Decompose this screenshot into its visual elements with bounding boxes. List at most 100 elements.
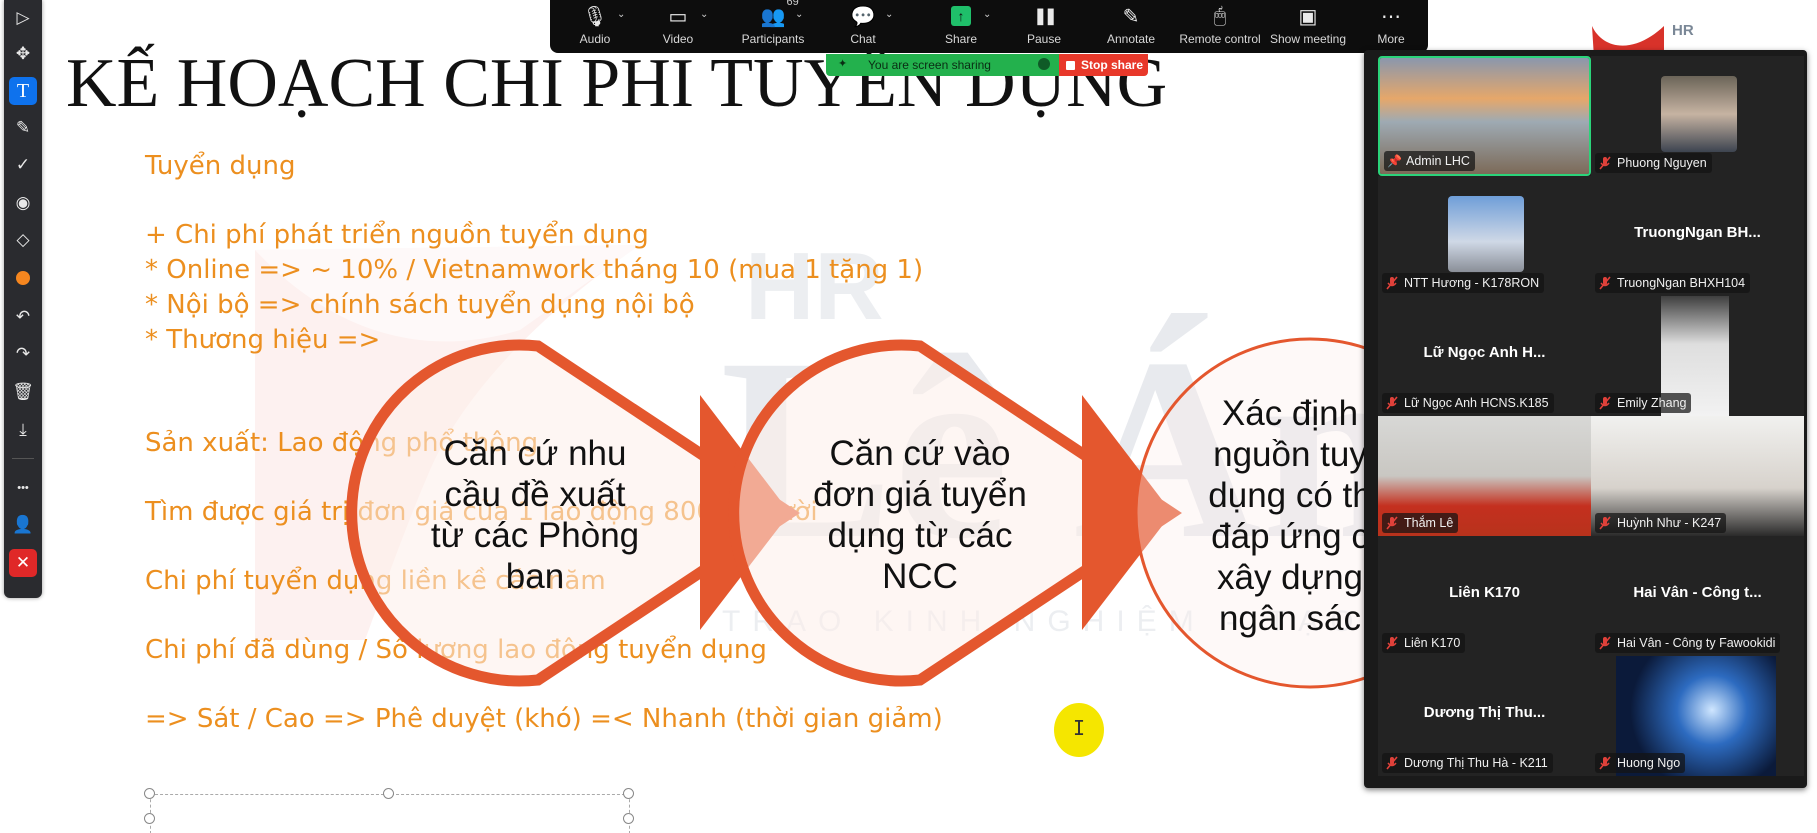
annotation-toolbar: ▷ ✥ T ✎ ✓ ◉ ◇ ↶ ↷ 🗑 ⤓ ••• 👤 ✕ <box>4 0 42 598</box>
participant-tile[interactable]: Lữ Ngọc Anh H... Lữ Ngọc Anh HCNS.K185 <box>1378 296 1591 416</box>
participant-tile[interactable]: Liên K170 Liên K170 <box>1378 536 1591 656</box>
participant-name: TruongNgan BHXH104 <box>1617 276 1746 290</box>
audio-label: Audio <box>579 32 611 46</box>
more-button[interactable]: ⋯ More <box>1346 0 1436 53</box>
participant-display-name: Liên K170 <box>1449 584 1520 601</box>
shield-check-icon <box>1038 58 1050 70</box>
participant-name-label: Hai Vân - Công ty Fawookidi <box>1595 633 1781 653</box>
redo-icon[interactable]: ↷ <box>9 340 37 368</box>
participant-gallery: 📌 Admin LHC Phuong Nguyen NTT Hương - K178R… <box>1364 50 1807 788</box>
resize-handle[interactable] <box>144 813 155 824</box>
color-icon[interactable] <box>9 264 37 292</box>
pause-button[interactable]: ❚❚ Pause <box>999 0 1089 53</box>
share-button[interactable]: ↑ Share <box>916 0 1006 53</box>
resize-handle[interactable] <box>144 788 155 799</box>
resize-handle[interactable] <box>623 788 634 799</box>
eraser-icon[interactable]: ◇ <box>9 226 37 254</box>
pause-icon: ❚❚ <box>1033 8 1058 25</box>
mic-muted-icon <box>1598 636 1612 650</box>
draw-icon[interactable]: ✎ <box>9 114 37 142</box>
audio-button[interactable]: 🎙 Audio <box>550 0 640 53</box>
participant-name: Huong Ngo <box>1617 756 1681 770</box>
mic-muted-icon <box>1598 516 1612 530</box>
participant-name: Phuong Nguyen <box>1617 156 1707 170</box>
close-icon[interactable]: ✕ <box>9 549 37 577</box>
toolbar-divider <box>12 458 34 459</box>
show-meeting-button[interactable]: ▣ Show meeting <box>1263 0 1353 53</box>
video-options-chevron-icon[interactable]: ⌄ <box>700 9 708 20</box>
show-meeting-icon: ▣ <box>1298 5 1318 28</box>
annotator-name-icon[interactable]: 👤 <box>9 511 37 539</box>
participant-tile[interactable]: 📌 Admin LHC <box>1378 56 1591 176</box>
participant-name: Liên K170 <box>1404 636 1461 650</box>
chat-options-chevron-icon[interactable]: ⌄ <box>885 9 893 20</box>
stop-icon <box>1066 60 1075 70</box>
stop-share-label: Stop share <box>1081 58 1144 72</box>
more-icon[interactable]: ••• <box>9 474 37 502</box>
video-button[interactable]: ▭ Video <box>633 0 723 53</box>
select-icon[interactable]: ▷ <box>9 4 37 32</box>
mic-muted-icon <box>1598 756 1612 770</box>
participants-options-chevron-icon[interactable]: ⌄ <box>795 9 803 20</box>
participant-tile[interactable]: TruongNgan BH... TruongNgan BHXH104 <box>1591 176 1804 296</box>
participant-tile[interactable]: Huỳnh Như - K247 <box>1591 416 1804 536</box>
participant-tile[interactable]: Dương Thị Thu... Dương Thị Thu Hà - K211 <box>1378 656 1591 776</box>
share-options-chevron-icon[interactable]: ⌄ <box>983 9 991 20</box>
audio-icon: 🎙 <box>582 5 608 28</box>
participant-name-label: Dương Thị Thu Hà - K211 <box>1382 753 1553 773</box>
participant-tile[interactable]: Thắm Lê <box>1378 416 1591 536</box>
spotlight-icon[interactable]: ◉ <box>9 189 37 217</box>
participant-display-name: Dương Thị Thu... <box>1423 704 1546 721</box>
share-icon: ↑ <box>951 0 971 32</box>
participant-display-name: Hai Vân - Công t... <box>1633 584 1762 601</box>
participants-icon: 👥 69 <box>761 0 799 32</box>
share-label: Share <box>944 32 978 46</box>
participant-name-label: Lữ Ngọc Anh HCNS.K185 <box>1382 393 1554 413</box>
participant-tile[interactable]: Emily Zhang <box>1591 296 1804 416</box>
remote-control-icon: 🖱 <box>1214 4 1226 27</box>
participant-tile[interactable]: Phuong Nguyen <box>1591 56 1804 176</box>
move-icon[interactable]: ✥ <box>9 40 37 68</box>
annotate-button[interactable]: ✎ Annotate <box>1086 0 1176 53</box>
diagram-step-1-text: Căn cứ nhu cầu đề xuất từ các Phòng ban <box>430 434 640 596</box>
participant-tile[interactable]: NTT Hương - K178RON <box>1378 176 1591 296</box>
annotate-label: Annotate <box>1106 32 1156 46</box>
participant-name: Dương Thị Thu Hà - K211 <box>1404 756 1548 770</box>
chat-button[interactable]: 💬 Chat <box>818 0 908 53</box>
undo-icon[interactable]: ↶ <box>9 303 37 331</box>
more-icon: ⋯ <box>1381 5 1401 28</box>
participant-name: Admin LHC <box>1406 154 1470 168</box>
mic-muted-icon <box>1385 396 1399 410</box>
save-icon[interactable]: ⤓ <box>9 416 37 444</box>
mic-muted-icon <box>1598 156 1612 170</box>
participant-name-label: Phuong Nguyen <box>1595 153 1712 173</box>
mic-muted-icon <box>1598 276 1612 290</box>
show-meeting-label: Show meeting <box>1269 32 1347 46</box>
participant-name: Hai Vân - Công ty Fawookidi <box>1617 636 1776 650</box>
participants-button[interactable]: 👥 69 Participants <box>728 0 818 53</box>
participant-name-label: 📌 Admin LHC <box>1384 151 1475 171</box>
participant-name-label: Huong Ngo <box>1595 753 1686 773</box>
sharing-indicator: ✦ You are screen sharing <box>826 54 1059 76</box>
participant-name-label: NTT Hương - K178RON <box>1382 273 1545 293</box>
clear-icon[interactable]: 🗑 <box>9 378 37 406</box>
resize-handle[interactable] <box>623 813 634 824</box>
chat-icon: 💬 <box>850 5 876 28</box>
mic-muted-icon <box>1385 756 1399 770</box>
mic-muted-icon <box>1385 516 1399 530</box>
remote-control-button[interactable]: 🖱 Remote control <box>1175 0 1265 53</box>
remote-control-label: Remote control <box>1179 32 1261 46</box>
resize-handle[interactable] <box>383 788 394 799</box>
chat-label: Chat <box>850 32 876 46</box>
participant-name-label: Thắm Lê <box>1382 513 1459 533</box>
participant-tile[interactable]: Huong Ngo <box>1591 656 1804 776</box>
participant-tile[interactable]: Hai Vân - Công t... Hai Vân - Công ty Faw… <box>1591 536 1804 656</box>
video-icon: ▭ <box>668 5 688 28</box>
stamp-check-icon[interactable]: ✓ <box>9 151 37 179</box>
stop-share-button[interactable]: Stop share <box>1059 54 1148 76</box>
participant-name-label: Liên K170 <box>1382 633 1466 653</box>
mic-muted-icon <box>1385 636 1399 650</box>
text-icon[interactable]: T <box>9 77 37 105</box>
audio-options-chevron-icon[interactable]: ⌄ <box>617 9 625 20</box>
participant-name-label: Emily Zhang <box>1595 393 1692 413</box>
